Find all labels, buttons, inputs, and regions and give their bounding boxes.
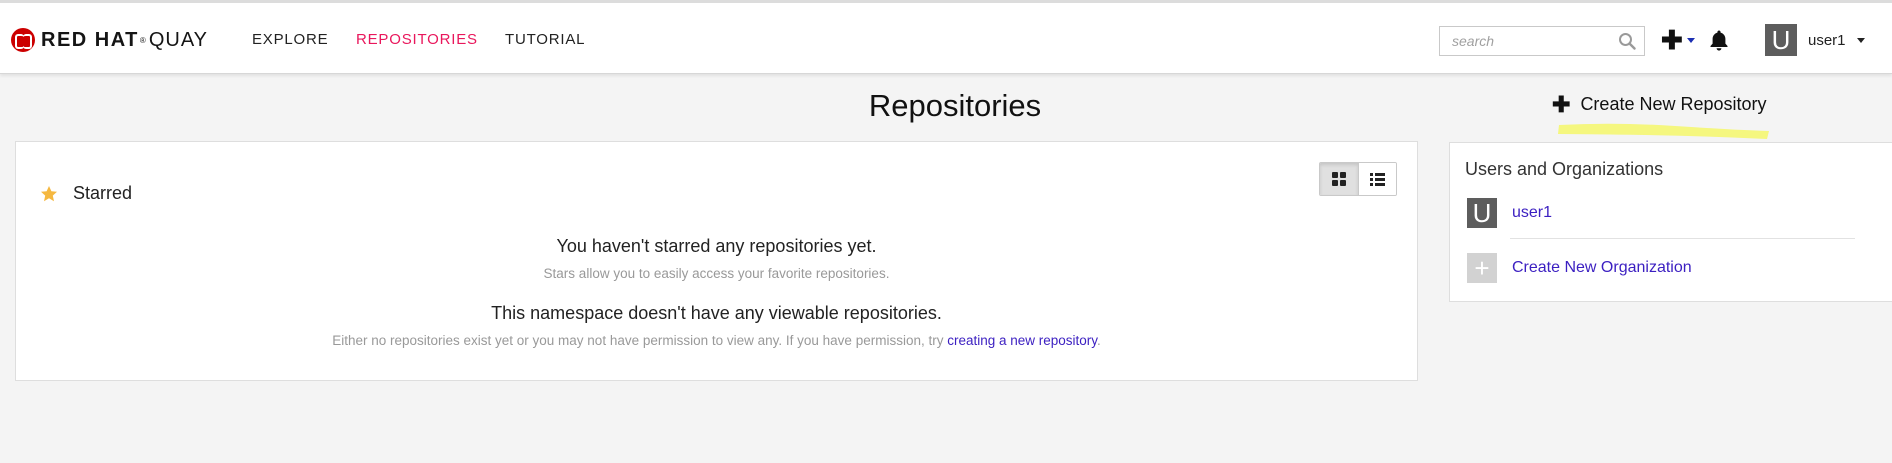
top-navbar: RED HAT ® QUAY EXPLORE REPOSITORIES TUTO… <box>0 0 1892 74</box>
user-name: user1 <box>1808 31 1846 49</box>
brand-product: QUAY <box>148 28 209 51</box>
namespace-name: user1 <box>1512 204 1553 221</box>
nav-tutorial[interactable]: TUTORIAL <box>505 31 585 48</box>
grid-view-button[interactable] <box>1320 163 1358 195</box>
users-organizations-panel: Users and Organizations U user1 + Create… <box>1449 142 1892 302</box>
create-repository-link[interactable]: creating a new repository <box>947 333 1097 348</box>
view-toggle <box>1319 162 1397 196</box>
users-organizations-title: Users and Organizations <box>1465 159 1664 179</box>
search-box <box>1439 26 1645 56</box>
starred-panel: Starred You haven't starred any reposito… <box>15 141 1418 381</box>
starred-header: Starred <box>40 183 132 204</box>
empty-starred-title: You haven't starred any repositories yet… <box>556 236 877 256</box>
empty-namespace-title: This namespace doesn't have any viewable… <box>491 303 942 323</box>
empty-namespace-text: Either no repositories exist yet or you … <box>332 333 948 348</box>
brand-registered-mark: ® <box>139 35 146 45</box>
create-new-organization-link[interactable]: + Create New Organization <box>1467 253 1692 283</box>
empty-namespace-subtitle: Either no repositories exist yet or you … <box>16 333 1417 348</box>
list-view-icon <box>1370 172 1385 186</box>
user-menu-dropdown[interactable]: U user1 <box>1765 23 1865 57</box>
plus-icon: + <box>1467 253 1497 283</box>
starred-title: Starred <box>73 183 133 203</box>
empty-namespace-period: . <box>1097 333 1101 348</box>
create-new-organization-label: Create New Organization <box>1512 259 1692 276</box>
search-input[interactable] <box>1440 27 1616 55</box>
create-menu-dropdown[interactable]: ✚ <box>1661 25 1695 55</box>
create-new-repository-button[interactable]: ✚ Create New Repository <box>1552 91 1767 117</box>
nav-explore[interactable]: EXPLORE <box>252 31 328 48</box>
avatar: U <box>1765 24 1797 56</box>
bell-icon[interactable] <box>1707 28 1731 52</box>
star-icon <box>41 185 57 201</box>
grid-view-icon <box>1332 172 1346 186</box>
search-icon[interactable] <box>1618 32 1636 50</box>
brand-logo-link[interactable]: RED HAT ® QUAY <box>11 26 208 54</box>
red-hat-logo-icon <box>11 28 35 52</box>
chevron-down-icon <box>1856 37 1865 43</box>
chevron-down-icon <box>1686 37 1695 43</box>
plus-icon: ✚ <box>1661 25 1683 55</box>
brand-name: RED HAT <box>41 28 139 51</box>
nav-repositories[interactable]: REPOSITORIES <box>356 31 478 48</box>
create-new-repository-label: Create New Repository <box>1580 94 1767 114</box>
plus-icon: ✚ <box>1552 91 1571 117</box>
divider <box>1510 238 1855 239</box>
namespace-user1-link[interactable]: U user1 <box>1467 198 1552 228</box>
list-view-button[interactable] <box>1358 163 1396 195</box>
empty-starred-subtitle: Stars allow you to easily access your fa… <box>543 266 890 281</box>
avatar: U <box>1467 198 1497 228</box>
